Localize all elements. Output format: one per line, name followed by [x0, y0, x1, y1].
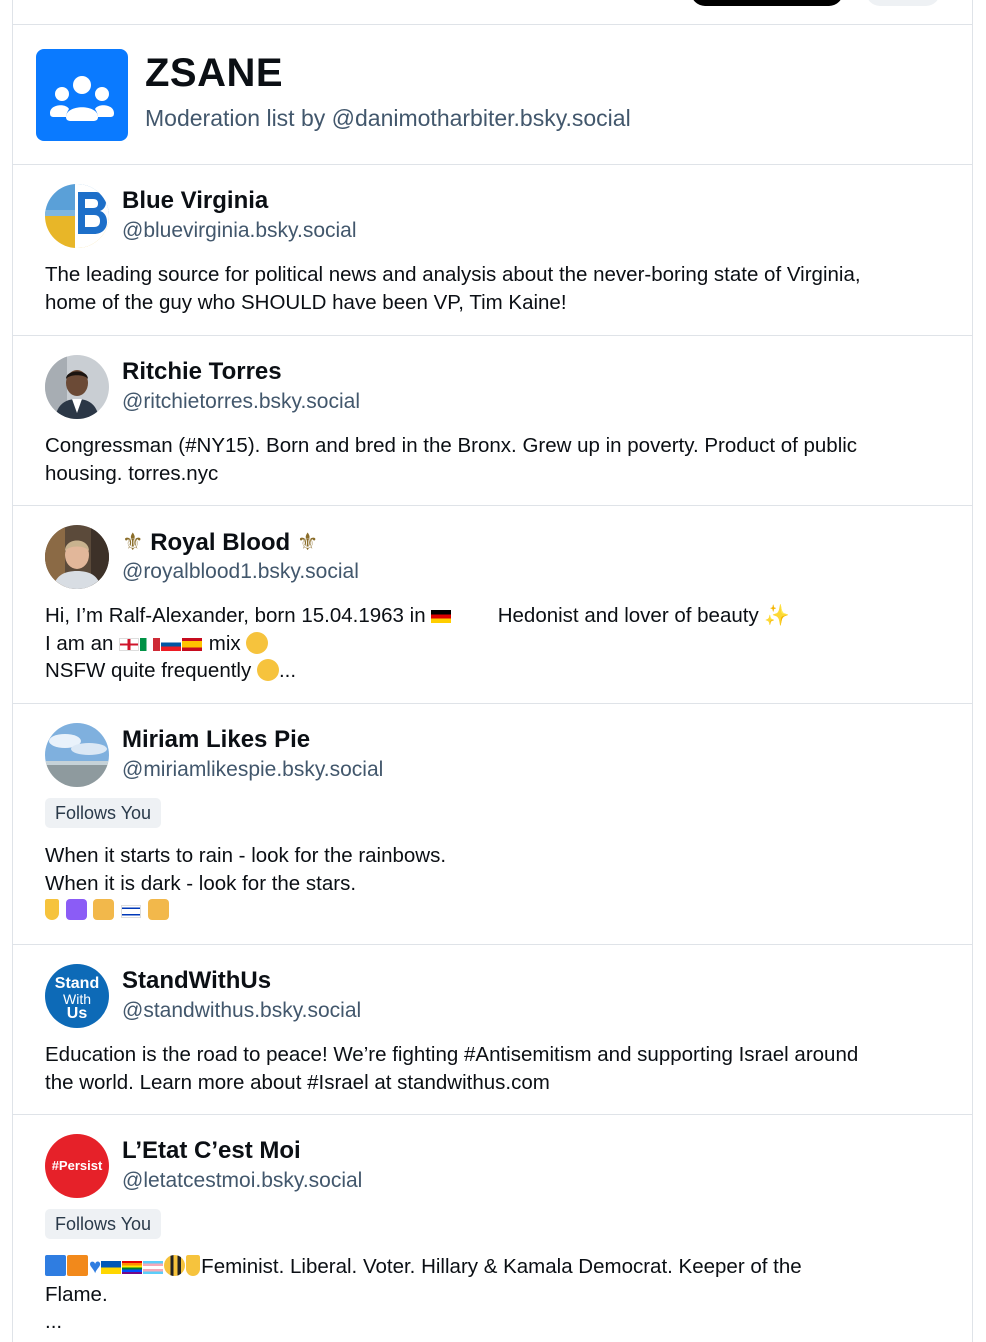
follows-you-badge: Follows You — [45, 798, 162, 828]
bio-line: housing. torres.nyc — [45, 461, 219, 485]
profile-name[interactable]: Miriam Likes Pie — [122, 726, 310, 754]
bio-ellipsis: ... — [278, 659, 297, 682]
list-avatar — [36, 49, 128, 141]
list-title: ZSANE — [145, 51, 284, 95]
profile-name[interactable]: Blue Virginia — [122, 187, 268, 215]
moderation-list-page: ZSANE Moderation list by @danimotharbite… — [12, 0, 973, 1342]
profile-bio: ♥ Feminist. Liberal. Voter. Hillary & Kam… — [45, 1253, 946, 1336]
rainbow-flag-icon — [122, 1261, 143, 1274]
slovenia-flag-icon — [161, 637, 182, 651]
bee-icon — [164, 1255, 186, 1276]
profile-name[interactable]: Ritchie Torres — [122, 358, 282, 386]
england-flag-icon — [119, 637, 140, 651]
germany-flag-icon — [431, 610, 452, 623]
avatar-text: With — [63, 991, 91, 1007]
profile-name[interactable]: ⚜ Royal Blood ⚜ — [122, 528, 318, 557]
profile-card-ritchietorres[interactable]: Ritchie Torres @ritchietorres.bsky.socia… — [13, 336, 972, 506]
profile-handle: @miriamlikespie.bsky.social — [122, 758, 384, 781]
flexed-biceps-icon — [147, 899, 169, 920]
subscribe-button[interactable] — [691, 0, 843, 6]
bio-line: When it starts to rain - look for the ra… — [45, 844, 447, 867]
bio-line: Congressman (#NY15). Born and bred in th… — [45, 434, 858, 457]
top-action-bar — [13, 0, 972, 25]
avatar-text: Us — [66, 1005, 88, 1022]
yellow-ribbon-icon — [186, 1255, 201, 1276]
raised-hands-icon — [93, 899, 115, 920]
orange-square-icon — [67, 1255, 88, 1276]
bio-line: Flame. — [45, 1282, 108, 1306]
spain-flag-icon — [182, 637, 203, 651]
ukraine-flag-icon — [101, 1261, 122, 1274]
italy-flag-icon — [140, 637, 161, 651]
profile-handle: @letatcestmoi.bsky.social — [122, 1169, 363, 1192]
profile-bio: Education is the road to peace! We’re fi… — [45, 1041, 946, 1096]
list-header: ZSANE Moderation list by @danimotharbite… — [13, 25, 972, 165]
bio-line: When it is dark - look for the stars. — [45, 871, 357, 895]
profile-card-letatcestmoi[interactable]: #Persist L’Etat C’est Moi @letatcestmoi.… — [13, 1115, 972, 1342]
bio-line: Hi, I’m Ralf-Alexander, born 15.04.1963 … — [45, 602, 946, 630]
follows-you-badge: Follows You — [45, 1209, 162, 1239]
avatar[interactable] — [45, 355, 109, 419]
avatar[interactable] — [45, 184, 109, 248]
blue-square-icon — [45, 1255, 66, 1276]
profile-name[interactable]: StandWithUs — [122, 967, 271, 995]
profile-card-royalblood1[interactable]: ⚜ Royal Blood ⚜ @royalblood1.bsky.social… — [13, 506, 972, 704]
fleur-de-lis-icon: ⚜ — [296, 529, 319, 556]
avatar[interactable] — [45, 723, 109, 787]
list-subtitle[interactable]: Moderation list by @danimotharbiter.bsky… — [145, 105, 631, 132]
avatar[interactable] — [45, 525, 109, 589]
yellow-ribbon-icon — [45, 899, 59, 920]
profile-handle: @royalblood1.bsky.social — [122, 560, 359, 583]
profile-handle: @bluevirginia.bsky.social — [122, 219, 357, 242]
profile-name-text: Royal Blood — [150, 529, 291, 556]
bio-line: ♥ Feminist. Liberal. Voter. Hillary & Kam… — [45, 1253, 946, 1281]
avatar[interactable]: #Persist — [45, 1134, 109, 1198]
profile-bio: The leading source for political news an… — [45, 261, 946, 316]
bio-text: mix — [208, 631, 241, 655]
bio-line: Education is the road to peace! We’re fi… — [45, 1043, 859, 1066]
israel-flag-icon — [121, 905, 142, 918]
bio-line: The leading source for political news an… — [45, 263, 861, 286]
profile-card-standwithus[interactable]: Stand With Us StandWithUs @standwithus.b… — [13, 945, 972, 1115]
bio-text: Hedonist and lover of beauty — [497, 604, 759, 627]
avatar-text: Stand — [54, 975, 100, 992]
more-options-button[interactable] — [866, 0, 940, 6]
fleur-de-lis-icon: ⚜ — [122, 529, 144, 556]
smiling-face-icon — [246, 631, 269, 654]
bio-line: NSFW quite frequently ... — [45, 657, 946, 685]
bio-text: Hi, I’m Ralf-Alexander, born 15.04.1963 … — [45, 604, 426, 627]
profile-bio: Hi, I’m Ralf-Alexander, born 15.04.1963 … — [45, 602, 946, 685]
bio-emoji-line — [45, 897, 946, 925]
profile-handle: @standwithus.bsky.social — [122, 999, 362, 1022]
bio-line: I am an mix — [45, 630, 946, 658]
sparkles-icon: ✨ — [764, 604, 790, 627]
star-of-david-icon — [65, 899, 87, 920]
profile-handle: @ritchietorres.bsky.social — [122, 390, 360, 413]
avatar[interactable]: Stand With Us — [45, 964, 109, 1028]
face-savoring-food-icon — [256, 659, 279, 681]
people-group-icon — [50, 76, 114, 121]
transgender-flag-icon — [143, 1261, 164, 1274]
profile-name[interactable]: L’Etat C’est Moi — [122, 1137, 301, 1165]
bio-line: home of the guy who SHOULD have been VP,… — [45, 290, 567, 314]
bio-line: ... — [45, 1310, 63, 1333]
avatar-text: #Persist — [51, 1158, 103, 1173]
blue-heart-icon: ♥ — [89, 1255, 102, 1278]
profile-bio: Congressman (#NY15). Born and bred in th… — [45, 432, 946, 487]
profile-bio: When it starts to rain - look for the ra… — [45, 842, 946, 925]
bio-text: Feminist. Liberal. Voter. Hillary & Kama… — [201, 1255, 802, 1278]
profile-card-miriamlikespie[interactable]: Miriam Likes Pie @miriamlikespie.bsky.so… — [13, 704, 972, 945]
bio-text: I am an — [45, 631, 114, 655]
profile-card-bluevirginia[interactable]: Blue Virginia @bluevirginia.bsky.social … — [13, 165, 972, 336]
bio-text: NSFW quite frequently — [45, 659, 252, 682]
bio-line: the world. Learn more about #Israel at s… — [45, 1070, 550, 1094]
